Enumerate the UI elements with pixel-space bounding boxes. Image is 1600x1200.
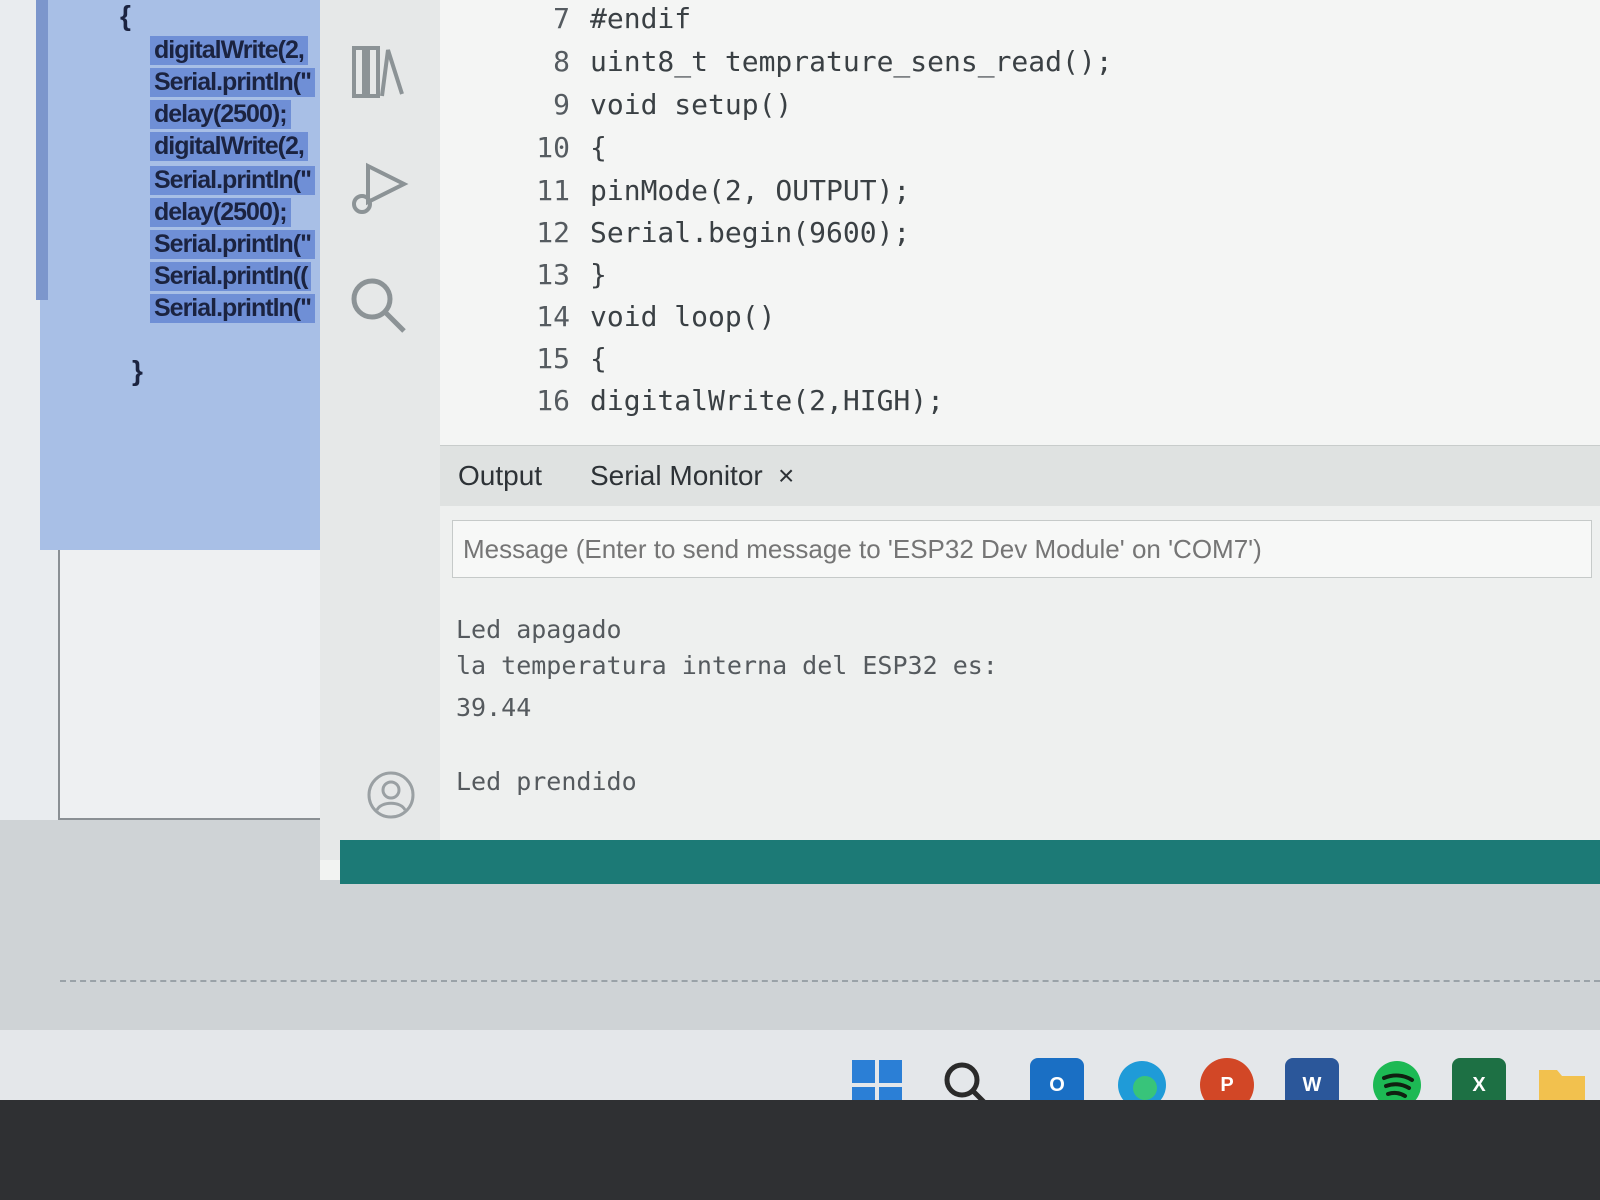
doc-line: Serial.println(" xyxy=(150,68,315,97)
line-number: 11 xyxy=(536,174,570,207)
open-brace: { xyxy=(120,0,131,31)
library-manager-icon[interactable] xyxy=(348,40,410,102)
code-line: 9 void setup() xyxy=(440,88,1600,128)
doc-line: Serial.println(" xyxy=(150,166,315,195)
ide-sidebar xyxy=(320,0,440,860)
status-bar xyxy=(340,840,1600,884)
serial-output-line: la temperatura interna del ESP32 es: xyxy=(456,651,998,680)
serial-output-line: Led prendido xyxy=(456,767,637,796)
close-icon[interactable]: × xyxy=(778,460,794,492)
doc-line: digitalWrite(2, xyxy=(150,36,308,65)
code-line: 12 Serial.begin(9600); xyxy=(440,216,1600,256)
code-line: 10 { xyxy=(440,131,1600,171)
doc-line: delay(2500); xyxy=(150,100,291,129)
code-text: void setup() xyxy=(590,88,793,121)
code-text: digitalWrite(2,HIGH); xyxy=(590,384,945,417)
document-page xyxy=(58,550,360,820)
desk-edge-line xyxy=(60,980,1600,982)
close-brace: } xyxy=(132,355,143,386)
line-number: 8 xyxy=(553,45,570,78)
serial-output-line: Led apagado xyxy=(456,615,622,644)
code-text: { xyxy=(590,342,607,375)
code-editor[interactable]: 7 #endif 8 uint8_t temprature_sens_read(… xyxy=(440,0,1600,445)
tab-serial-monitor[interactable]: Serial Monitor xyxy=(590,460,763,492)
line-number: 15 xyxy=(536,342,570,375)
line-number: 13 xyxy=(536,258,570,291)
line-number: 7 xyxy=(553,2,570,35)
line-number: 12 xyxy=(536,216,570,249)
margin-bar xyxy=(36,0,48,300)
screen-bezel xyxy=(0,1100,1600,1200)
user-account-icon[interactable] xyxy=(366,770,416,820)
doc-line: Serial.println(( xyxy=(150,262,312,291)
arduino-ide-window: 7 #endif 8 uint8_t temprature_sens_read(… xyxy=(320,0,1600,880)
code-text: { xyxy=(590,131,607,164)
code-line: 15 { xyxy=(440,342,1600,382)
code-line: 7 #endif xyxy=(440,2,1600,42)
taskbar xyxy=(0,1030,1600,1110)
code-text: pinMode(2, OUTPUT); xyxy=(590,174,911,207)
doc-line: Serial.println(" xyxy=(150,294,315,323)
code-line: 14 void loop() xyxy=(440,300,1600,340)
code-line: 13 } xyxy=(440,258,1600,298)
line-number: 16 xyxy=(536,384,570,417)
code-text: Serial.begin(9600); xyxy=(590,216,911,249)
line-number: 9 xyxy=(553,88,570,121)
code-text: #endif xyxy=(590,2,692,35)
line-number: 10 xyxy=(536,131,570,164)
doc-line: delay(2500); xyxy=(150,198,291,227)
bottom-panel: Output Serial Monitor × Led apagado la t… xyxy=(440,445,1600,840)
doc-line: Serial.println(" xyxy=(150,230,315,259)
tab-output[interactable]: Output xyxy=(458,460,542,492)
code-text: uint8_t temprature_sens_read(); xyxy=(590,45,1113,78)
code-text: void loop() xyxy=(590,300,776,333)
panel-tabs: Output Serial Monitor × xyxy=(440,445,1600,506)
code-line: 11 pinMode(2, OUTPUT); xyxy=(440,174,1600,214)
code-text: } xyxy=(590,258,607,291)
serial-message-input[interactable] xyxy=(452,520,1592,578)
doc-line: digitalWrite(2, xyxy=(150,132,308,161)
code-line: 8 uint8_t temprature_sens_read(); xyxy=(440,45,1600,85)
debug-icon[interactable] xyxy=(348,160,410,222)
line-number: 14 xyxy=(536,300,570,333)
code-line: 16 digitalWrite(2,HIGH); xyxy=(440,384,1600,424)
background-document-window: { digitalWrite(2, Serial.println(" delay… xyxy=(0,0,360,820)
search-icon[interactable] xyxy=(348,275,410,337)
serial-output-line: 39.44 xyxy=(456,693,532,722)
